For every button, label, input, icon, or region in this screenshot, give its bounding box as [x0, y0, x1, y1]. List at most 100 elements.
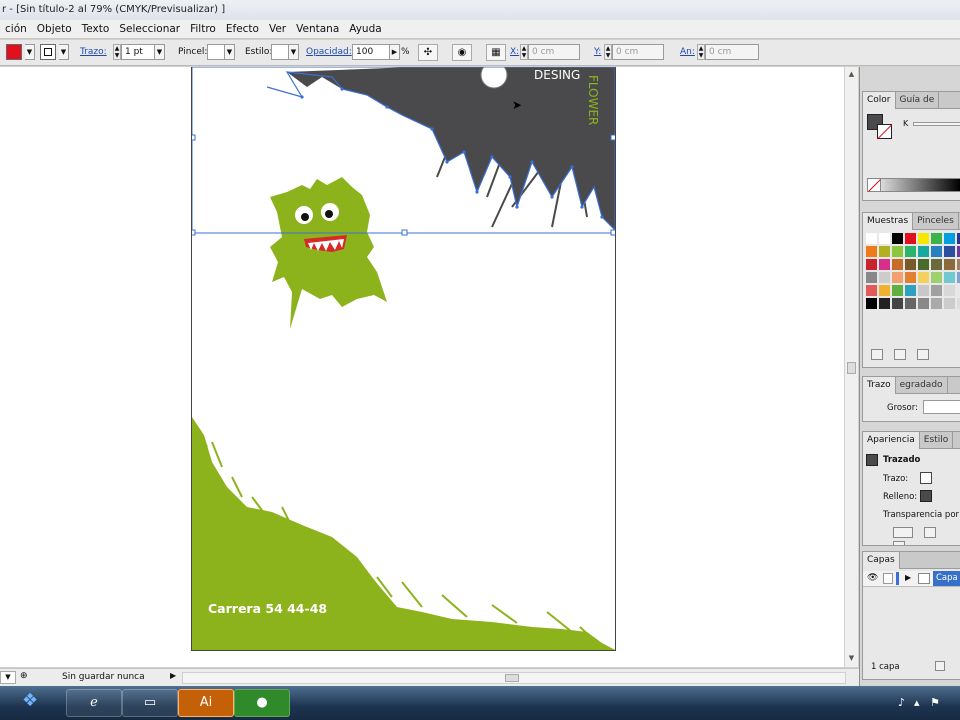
- horizontal-scroll-thumb[interactable]: [505, 674, 519, 682]
- stroke-dropdown-arrow[interactable]: ▼: [59, 44, 69, 60]
- opacidad-label[interactable]: Opacidad:: [306, 44, 352, 61]
- menu-ayuda[interactable]: Ayuda: [344, 20, 386, 39]
- tab-degradado[interactable]: egradado: [896, 377, 948, 394]
- color-swatch[interactable]: [931, 298, 942, 309]
- menu-ver[interactable]: Ver: [264, 20, 291, 39]
- color-swatch[interactable]: [905, 272, 916, 283]
- horizontal-scrollbar[interactable]: [182, 672, 846, 684]
- trazo-weight-field[interactable]: 1 pt: [121, 44, 155, 60]
- color-swatch[interactable]: [931, 259, 942, 270]
- color-swatch[interactable]: [879, 259, 890, 270]
- color-swatch[interactable]: [879, 272, 890, 283]
- internet-explorer-icon[interactable]: ℯ: [66, 689, 122, 717]
- pincel-field[interactable]: [207, 44, 225, 60]
- tab-guia-de-color[interactable]: Guía de: [896, 92, 940, 109]
- y-field[interactable]: 0 cm: [612, 44, 664, 60]
- color-swatch[interactable]: [918, 259, 929, 270]
- color-swatch[interactable]: [944, 285, 955, 296]
- menu-objeto[interactable]: Objeto: [32, 20, 77, 39]
- new-sublayer-icon[interactable]: [935, 661, 945, 671]
- color-swatch[interactable]: [931, 233, 942, 244]
- vertical-scroll-thumb[interactable]: [847, 362, 856, 374]
- color-swatch[interactable]: [905, 298, 916, 309]
- vertical-scrollbar[interactable]: ▲ ▼: [844, 67, 858, 667]
- scroll-up-icon[interactable]: ▲: [846, 69, 857, 80]
- color-swatch[interactable]: [892, 285, 903, 296]
- color-swatch[interactable]: [918, 298, 929, 309]
- color-swatch[interactable]: [866, 233, 877, 244]
- recolor-icon[interactable]: ◉: [452, 44, 472, 61]
- color-swatch[interactable]: [944, 259, 955, 270]
- none-color-swatch[interactable]: [867, 178, 881, 192]
- color-swatch[interactable]: [879, 233, 890, 244]
- opacidad-arrow[interactable]: ▶: [390, 44, 400, 60]
- color-swatch[interactable]: [879, 246, 890, 257]
- x-field[interactable]: 0 cm: [528, 44, 580, 60]
- opacidad-field[interactable]: 100: [352, 44, 390, 60]
- explorer-folder-icon[interactable]: ▭: [122, 689, 178, 717]
- tray-flag-icon[interactable]: ⚑: [930, 696, 940, 709]
- swatch-kinds-icon[interactable]: [894, 349, 907, 360]
- menu-ventana[interactable]: Ventana: [291, 20, 344, 39]
- trazo-weight-dropdown[interactable]: ▼: [155, 44, 165, 60]
- tab-muestras[interactable]: Muestras: [863, 213, 914, 230]
- color-swatch[interactable]: [879, 285, 890, 296]
- stroke-color-swatch[interactable]: [40, 44, 56, 61]
- transform-grid-icon[interactable]: ▦: [486, 44, 506, 61]
- duplicate-item-icon[interactable]: [924, 527, 937, 538]
- start-orb-icon[interactable]: ❖: [22, 690, 58, 716]
- an-label[interactable]: An:: [680, 44, 695, 61]
- estilo-field[interactable]: [271, 44, 289, 60]
- lock-toggle[interactable]: [883, 573, 893, 584]
- y-label[interactable]: Y:: [594, 44, 601, 61]
- zoom-dropdown-icon[interactable]: ▼: [0, 671, 16, 684]
- tray-network-icon[interactable]: ▴: [914, 696, 920, 709]
- color-swatch[interactable]: [905, 285, 916, 296]
- color-swatch[interactable]: [931, 272, 942, 283]
- menu-efecto[interactable]: Efecto: [221, 20, 264, 39]
- color-swatch[interactable]: [892, 246, 903, 257]
- apariencia-relleno-swatch[interactable]: [920, 490, 932, 502]
- color-swatch[interactable]: [892, 259, 903, 270]
- color-swatch[interactable]: [866, 246, 877, 257]
- color-swatch[interactable]: [944, 298, 955, 309]
- layer-row[interactable]: 👁 ▶ Capa: [863, 571, 960, 587]
- color-swatch[interactable]: [944, 233, 955, 244]
- menu-texto[interactable]: Texto: [77, 20, 115, 39]
- apariencia-relleno-label[interactable]: Relleno:: [883, 492, 917, 502]
- fill-color-swatch[interactable]: [6, 44, 22, 61]
- swatch-options-icon[interactable]: [917, 349, 930, 360]
- green-monster[interactable]: [270, 177, 387, 329]
- color-swatch[interactable]: [918, 233, 929, 244]
- apariencia-transparencia-label[interactable]: Transparencia por d: [883, 510, 960, 520]
- menu-seleccionar[interactable]: Seleccionar: [114, 20, 185, 39]
- color-swatch[interactable]: [866, 298, 877, 309]
- delete-item-icon[interactable]: [893, 541, 905, 545]
- color-swatch[interactable]: [892, 233, 903, 244]
- scroll-down-icon[interactable]: ▼: [846, 653, 857, 664]
- trazo-spinner[interactable]: ▲ ▼: [113, 44, 121, 60]
- x-label[interactable]: X:: [510, 44, 519, 61]
- apariencia-trazo-swatch[interactable]: [920, 472, 932, 484]
- x-spinner[interactable]: ▲ ▼: [520, 44, 528, 60]
- color-swatch[interactable]: [944, 246, 955, 257]
- clear-appearance-icon[interactable]: [893, 527, 913, 538]
- tab-color[interactable]: Color: [863, 92, 896, 109]
- isolate-icon[interactable]: ✣: [418, 44, 438, 61]
- visibility-eye-icon[interactable]: 👁: [867, 573, 878, 583]
- color-swatch[interactable]: [944, 272, 955, 283]
- color-swatch[interactable]: [905, 233, 916, 244]
- k-slider[interactable]: [913, 122, 960, 126]
- camera-recorder-icon[interactable]: ●: [234, 689, 290, 717]
- color-swatch[interactable]: [905, 259, 916, 270]
- color-swatch[interactable]: [866, 272, 877, 283]
- illustrator-taskbar-button[interactable]: Ai: [178, 689, 234, 717]
- color-swatch[interactable]: [905, 246, 916, 257]
- swatch-library-icon[interactable]: [871, 349, 883, 360]
- color-swatch[interactable]: [892, 272, 903, 283]
- trazo-label[interactable]: Trazo:: [80, 44, 107, 61]
- tab-pinceles[interactable]: Pinceles: [913, 213, 959, 230]
- fill-dropdown-arrow[interactable]: ▼: [25, 44, 35, 60]
- tab-estilos-graficos[interactable]: Estilo: [920, 432, 954, 449]
- apariencia-trazo-label[interactable]: Trazo:: [883, 474, 908, 484]
